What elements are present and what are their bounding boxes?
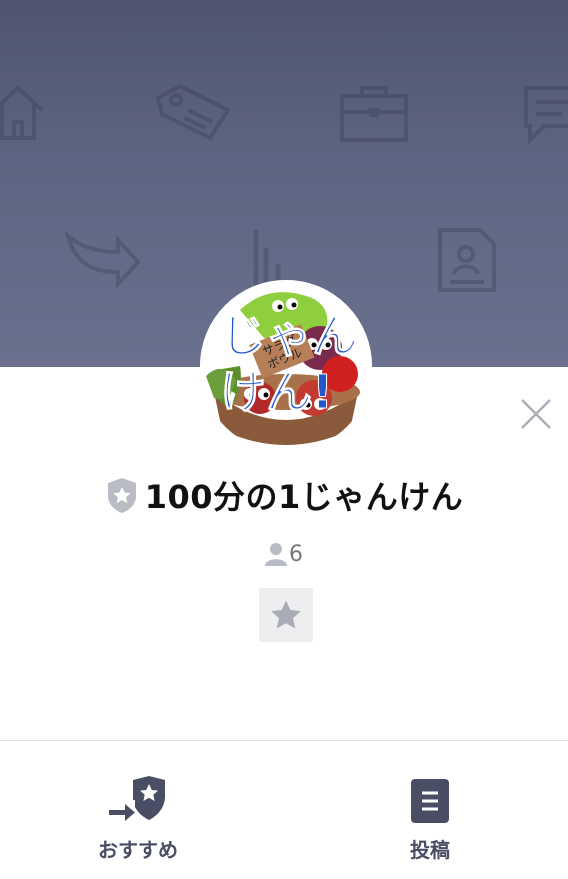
tab-posts[interactable]: 投稿 (330, 770, 530, 870)
svg-text:けん!: けん! (220, 365, 333, 419)
home-icon (0, 82, 46, 144)
shield-star-icon (107, 478, 136, 513)
member-count: 6 (0, 538, 568, 570)
close-button[interactable] (518, 396, 554, 432)
tag-icon (150, 80, 234, 144)
member-count-value: 6 (289, 541, 303, 567)
group-name: 100分の1じゃんけん (144, 478, 464, 516)
tab-recommend[interactable]: おすすめ (38, 770, 238, 870)
recommend-icon (109, 776, 165, 821)
tab-bar-divider (0, 740, 568, 741)
chat-icon (522, 84, 568, 146)
post-icon (411, 779, 449, 823)
profile-document-icon (436, 226, 498, 294)
close-icon (521, 399, 551, 429)
group-avatar: サラダ ボウル じゃん けん! (200, 280, 372, 452)
tab-posts-label: 投稿 (410, 838, 450, 862)
share-arrow-icon (62, 226, 142, 290)
group-title: 100分の1じゃんけん (0, 472, 568, 518)
svg-text:じゃん: じゃん (220, 309, 358, 363)
person-icon (265, 543, 287, 566)
favorite-button[interactable] (259, 588, 313, 642)
briefcase-icon (338, 82, 410, 144)
tab-recommend-label: おすすめ (98, 838, 178, 862)
star-icon (271, 600, 301, 629)
